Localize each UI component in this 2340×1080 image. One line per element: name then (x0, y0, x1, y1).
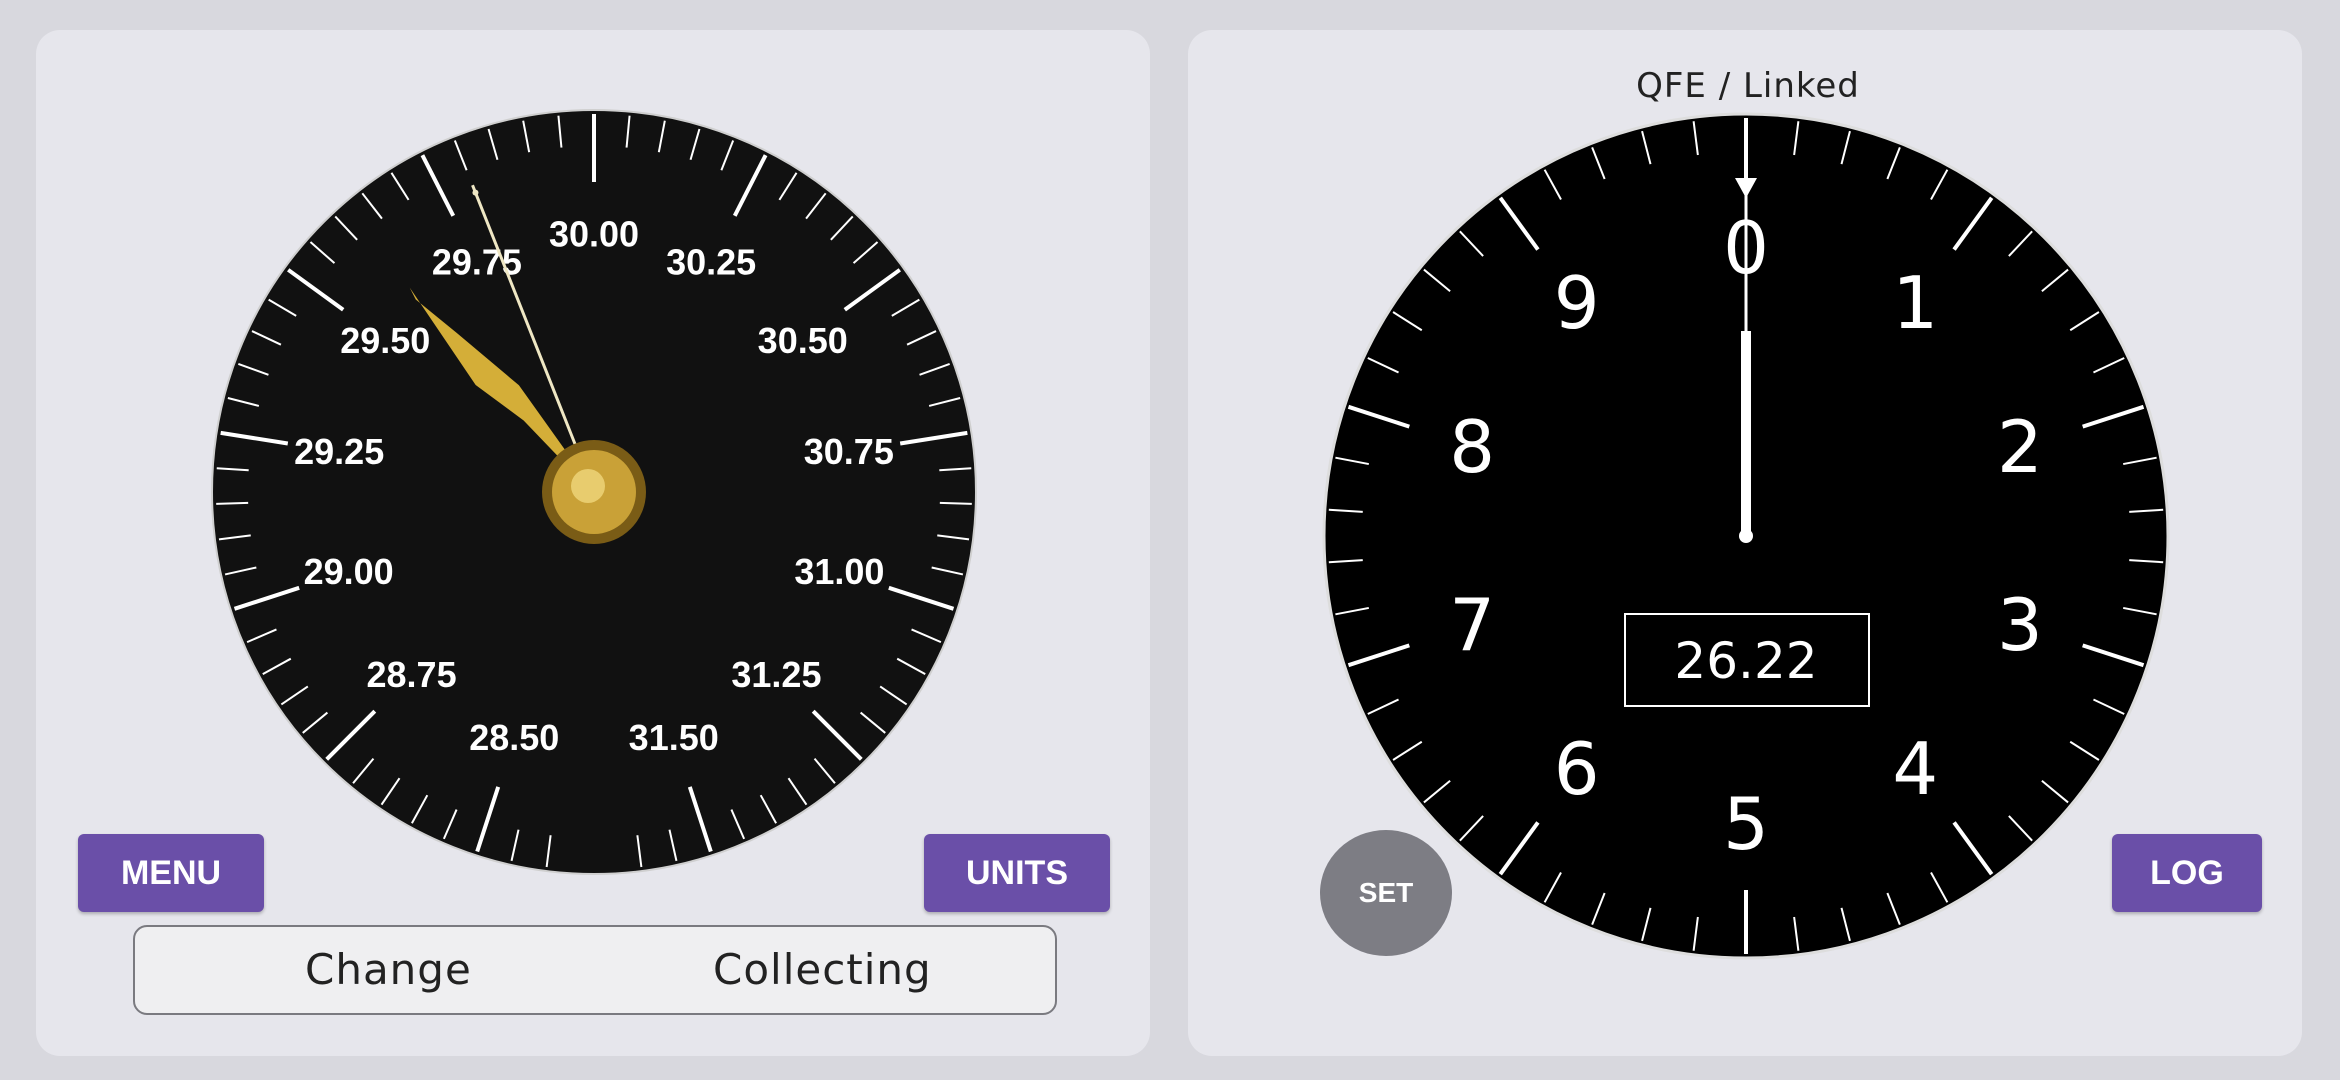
altimeter-digit: 8 (1449, 405, 1495, 489)
altimeter-digit: 1 (1892, 261, 1938, 345)
status-change-label: Change (305, 945, 472, 994)
status-bar: Change Collecting (133, 925, 1057, 1015)
mode-label: QFE / Linked (1636, 66, 1860, 106)
altimeter-digit: 9 (1554, 261, 1600, 345)
barometer-scale-label: 30.00 (549, 214, 639, 255)
barometer-scale-label: 29.25 (294, 431, 384, 472)
barometer-scale-label: 30.25 (666, 242, 756, 283)
barometer-scale-label: 29.00 (304, 551, 394, 592)
altimeter-dial: 012345678926.22 (1322, 112, 2170, 960)
altimeter-needle-bar (1741, 331, 1751, 536)
status-collecting-label: Collecting (713, 945, 932, 994)
altimeter-digit: 5 (1723, 782, 1769, 866)
altimeter-digit: 7 (1449, 583, 1495, 667)
altimeter-needle-pivot (1739, 529, 1753, 543)
set-button[interactable]: SET (1320, 830, 1452, 956)
needle-hub-highlight (571, 469, 605, 503)
barometer-dial: 28.5028.7529.0029.2529.5029.7530.0030.25… (211, 109, 977, 875)
barometer-scale-label: 31.50 (629, 717, 719, 758)
altimeter-digit: 3 (1997, 583, 2043, 667)
barometer-tick (216, 501, 249, 505)
barometer-scale-label: 28.75 (367, 654, 457, 695)
barometer-scale-label: 28.50 (469, 717, 559, 758)
menu-button[interactable]: MENU (78, 834, 264, 912)
altimeter-digit: 4 (1892, 727, 1938, 811)
units-button[interactable]: UNITS (924, 834, 1110, 912)
barometer-scale-label: 29.50 (340, 320, 430, 361)
reference-needle-tip (472, 189, 479, 196)
altimeter-readout: 26.22 (1674, 632, 1817, 690)
log-button[interactable]: LOG (2112, 834, 2262, 912)
barometer-scale-label: 30.50 (758, 320, 848, 361)
barometer-tick (939, 501, 972, 505)
altimeter-digit: 2 (1997, 405, 2043, 489)
altimeter-digit: 6 (1554, 727, 1600, 811)
barometer-scale-label: 31.25 (731, 654, 821, 695)
barometer-scale-label: 31.00 (794, 551, 884, 592)
barometer-scale-label: 30.75 (804, 431, 894, 472)
